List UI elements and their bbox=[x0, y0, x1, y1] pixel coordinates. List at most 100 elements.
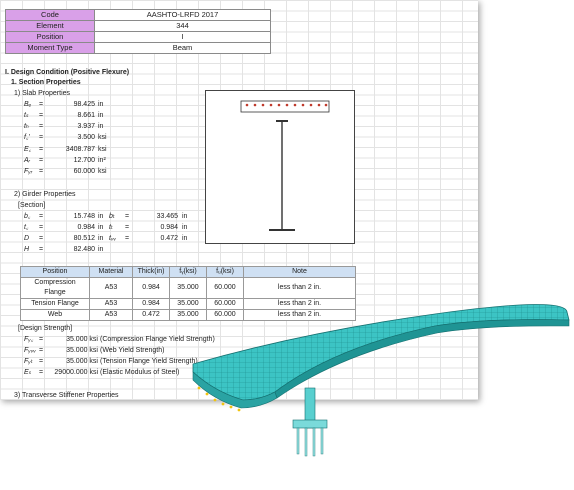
table-cell: 0.984 bbox=[132, 277, 170, 299]
girder-value: 0.984 bbox=[77, 224, 95, 231]
bridge-pier bbox=[292, 387, 328, 457]
table-header-row: Position Material Thick(in) fᵧ(ksi) fᵤ(k… bbox=[20, 266, 356, 278]
equals-sign: = bbox=[125, 213, 130, 220]
equals-sign: = bbox=[39, 336, 44, 343]
slab-value: 12.700 bbox=[73, 157, 95, 164]
info-row-moment-type: Moment Type Beam bbox=[5, 42, 271, 54]
girder-unit: in bbox=[98, 235, 104, 242]
strength-value: 35.000 ksi bbox=[66, 358, 98, 365]
section-label: [Section] bbox=[18, 202, 46, 209]
equals-sign: = bbox=[39, 213, 44, 220]
slab-value: 98.425 bbox=[73, 101, 95, 108]
girder-unit: in bbox=[98, 213, 104, 220]
slab-unit: in bbox=[98, 123, 104, 130]
equals-sign: = bbox=[39, 157, 44, 164]
slab-unit: in bbox=[98, 101, 104, 108]
strength-value: 35.000 ksi bbox=[66, 347, 98, 354]
strength-value: 29000.000 ksi bbox=[54, 369, 98, 376]
table-cell: A53 bbox=[89, 309, 133, 321]
equals-sign: = bbox=[39, 134, 44, 141]
heading-girder-properties: 2) Girder Properties bbox=[14, 191, 76, 198]
slab-symbol: E꜀ bbox=[24, 146, 32, 153]
slab-symbol: Fᵧᵣ bbox=[24, 168, 33, 175]
strength-value: 35.000 ksi bbox=[66, 336, 98, 343]
info-value: Beam bbox=[94, 42, 271, 54]
girder-value: 82.480 bbox=[73, 246, 95, 253]
girder-unit: in bbox=[182, 224, 188, 231]
slab-unit: ksi bbox=[98, 168, 107, 175]
info-row-position: Position I bbox=[5, 31, 271, 43]
slab-unit: in bbox=[98, 112, 104, 119]
slab-value: 8.661 bbox=[77, 112, 95, 119]
girder-symbol: H bbox=[24, 246, 30, 253]
slab-value: 60.000 bbox=[73, 168, 95, 175]
design-strength-label: [Design Strength] bbox=[18, 325, 73, 332]
section-diagram bbox=[205, 90, 355, 244]
girder-value: 0.472 bbox=[160, 235, 178, 242]
equals-sign: = bbox=[39, 358, 44, 365]
equals-sign: = bbox=[125, 224, 130, 231]
strength-description: (Elastic Modulus of Steel) bbox=[100, 369, 180, 376]
equals-sign: = bbox=[39, 235, 44, 242]
column-header: fᵤ(ksi) bbox=[206, 266, 244, 278]
equals-sign: = bbox=[39, 112, 44, 119]
table-cell: A53 bbox=[89, 298, 133, 310]
equals-sign: = bbox=[125, 235, 130, 242]
table-cell: A53 bbox=[89, 277, 133, 299]
strength-symbol: Eₛ bbox=[24, 369, 32, 376]
slab-symbol: Bₑ bbox=[24, 101, 32, 108]
strength-symbol: Fᵧᵥᵥ bbox=[24, 347, 36, 354]
girder-symbol: t꜀ bbox=[24, 224, 29, 231]
bottom-flange bbox=[269, 229, 295, 231]
equals-sign: = bbox=[39, 123, 44, 130]
girder-value: 33.465 bbox=[156, 213, 178, 220]
slab-value: 3.500 bbox=[77, 134, 95, 141]
slab-unit: ksi bbox=[98, 134, 107, 141]
column-header: Position bbox=[20, 266, 90, 278]
equals-sign: = bbox=[39, 168, 44, 175]
slab-value: 3408.787 bbox=[65, 146, 95, 153]
column-header: Note bbox=[243, 266, 356, 278]
bridge-3d-model bbox=[192, 304, 570, 457]
girder-unit: in bbox=[182, 235, 188, 242]
table-cell: Tension Flange bbox=[20, 298, 90, 310]
info-key: Element bbox=[5, 20, 95, 32]
equals-sign: = bbox=[39, 146, 44, 153]
heading-design-condition: I. Design Condition (Positive Flexure) bbox=[5, 69, 130, 76]
heading-transverse-stiffener: 3) Transverse Stiffener Properties bbox=[14, 392, 119, 399]
column-header: Thick(in) bbox=[132, 266, 170, 278]
girder-value: 15.748 bbox=[73, 213, 95, 220]
column-header: Material bbox=[89, 266, 133, 278]
slab-symbol: tₕ bbox=[24, 123, 29, 130]
slab-unit: in² bbox=[98, 157, 106, 164]
strength-symbol: Fᵧₜ bbox=[24, 358, 33, 365]
element-info-table: Code AASHTO-LRFD 2017 Element 344 Positi… bbox=[5, 9, 271, 54]
girder-symbol: D bbox=[24, 235, 30, 242]
girder-unit: in bbox=[182, 213, 188, 220]
slab-symbol: f꜀' bbox=[24, 134, 30, 141]
girder-symbol: bₜ bbox=[109, 213, 115, 220]
strength-symbol: Fᵧ꜀ bbox=[24, 336, 34, 343]
table-cell: 0.984 bbox=[132, 298, 170, 310]
top-flange bbox=[276, 120, 288, 122]
info-key: Code bbox=[5, 9, 95, 21]
slab-outline bbox=[240, 100, 330, 113]
slab-symbol: Aᵣ bbox=[24, 157, 31, 164]
heading-slab-properties: 1) Slab Properties bbox=[14, 90, 71, 97]
girder-symbol: tₜ bbox=[109, 224, 114, 231]
info-key: Position bbox=[5, 31, 95, 43]
info-row-element: Element 344 bbox=[5, 20, 271, 32]
strength-description: (Web Yield Strength) bbox=[100, 347, 165, 354]
slab-unit: ksi bbox=[98, 146, 107, 153]
girder-symbol: tᵥᵥ bbox=[109, 235, 116, 242]
girder-symbol: b꜀ bbox=[24, 213, 31, 220]
equals-sign: = bbox=[39, 347, 44, 354]
info-key: Moment Type bbox=[5, 42, 95, 54]
table-cell: Web bbox=[20, 309, 90, 321]
equals-sign: = bbox=[39, 246, 44, 253]
strength-description: (Tension Flange Yield Strength) bbox=[100, 358, 198, 365]
girder-value: 0.984 bbox=[160, 224, 178, 231]
column-header: fᵧ(ksi) bbox=[169, 266, 207, 278]
girder-unit: in bbox=[98, 246, 104, 253]
equals-sign: = bbox=[39, 224, 44, 231]
